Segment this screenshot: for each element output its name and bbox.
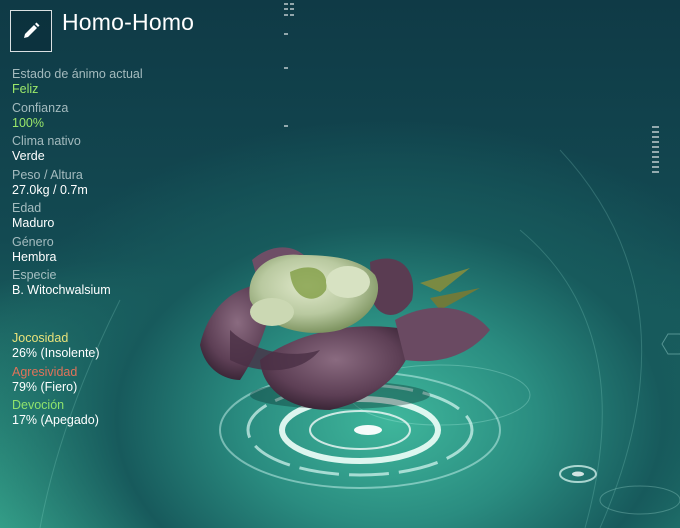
stat-climate: Clima nativo Verde bbox=[12, 134, 252, 164]
stat-value: B. Witochwalsium bbox=[12, 283, 111, 297]
trait-label: Jocosidad bbox=[12, 331, 69, 345]
trait-aggression: Agresividad 79% (Fiero) bbox=[12, 365, 252, 395]
stat-trust: Confianza 100% bbox=[12, 101, 252, 131]
stat-label: Especie bbox=[12, 268, 57, 282]
stat-value: Verde bbox=[12, 149, 45, 163]
trait-value: 17% (Apegado) bbox=[12, 413, 99, 427]
pencil-icon bbox=[24, 22, 40, 38]
traits-panel: Jocosidad 26% (Insolente) Agresividad 79… bbox=[12, 331, 252, 432]
stat-value: 27.0kg / 0.7m bbox=[12, 182, 88, 197]
stat-age: Edad Maduro bbox=[12, 201, 252, 231]
hud-grid-marks bbox=[284, 3, 659, 173]
trait-label: Agresividad bbox=[12, 364, 78, 379]
stat-label: Género bbox=[12, 234, 54, 249]
stat-label: Confianza bbox=[12, 100, 69, 115]
trait-devotion: Devoción 17% (Apegado) bbox=[12, 398, 252, 428]
trait-value: 79% (Fiero) bbox=[12, 379, 78, 394]
stat-species: Especie B. Witochwalsium bbox=[12, 268, 252, 298]
trait-label: Devoción bbox=[12, 398, 65, 412]
stat-label: Edad bbox=[12, 201, 42, 215]
hex-marker bbox=[661, 333, 680, 355]
stat-gender: Género Hembra bbox=[12, 235, 252, 265]
trait-value: 26% (Insolente) bbox=[12, 346, 100, 360]
stat-mood: Estado de ánimo actual Feliz bbox=[12, 67, 252, 97]
stat-size: Peso / Altura 27.0kg / 0.7m bbox=[12, 168, 252, 198]
stat-value: Hembra bbox=[12, 249, 57, 264]
stat-label: Estado de ánimo actual bbox=[12, 67, 143, 81]
stats-panel: Estado de ánimo actual Feliz Confianza 1… bbox=[12, 67, 252, 302]
trait-playfulness: Jocosidad 26% (Insolente) bbox=[12, 331, 252, 361]
edit-name-button[interactable] bbox=[10, 10, 52, 52]
stat-value: Maduro bbox=[12, 216, 55, 230]
stat-label: Peso / Altura bbox=[12, 167, 83, 182]
stat-label: Clima nativo bbox=[12, 134, 81, 148]
stat-value: 100% bbox=[12, 115, 44, 130]
creature-name: Homo-Homo bbox=[62, 9, 195, 35]
stat-value: Feliz bbox=[12, 82, 39, 96]
